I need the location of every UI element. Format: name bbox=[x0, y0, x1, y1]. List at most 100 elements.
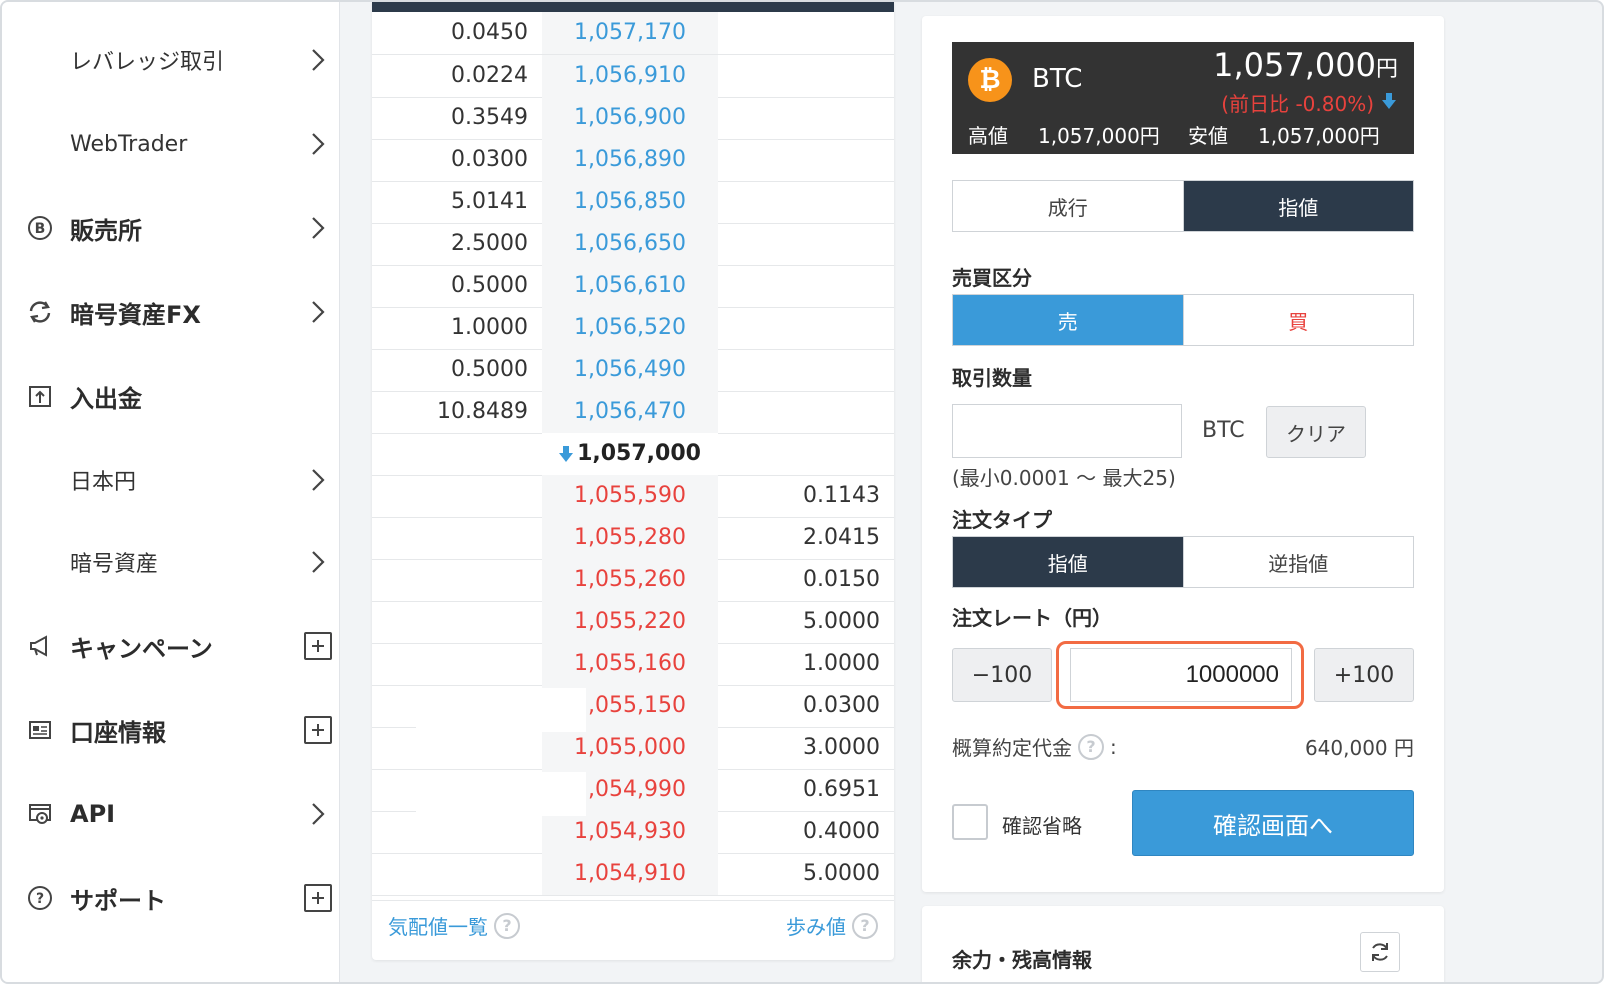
bid-row[interactable]: 1,055,260 0.0150 bbox=[372, 559, 894, 602]
ask-row[interactable]: 0.5000 1,056,490 bbox=[372, 349, 894, 392]
ask-price[interactable]: 1,056,490 bbox=[542, 349, 718, 391]
bid-price[interactable]: 1,054,930 bbox=[542, 811, 718, 853]
sidebar-item-label: 暗号資産 bbox=[70, 552, 159, 577]
tab-market-order[interactable]: 成行 bbox=[953, 181, 1183, 231]
svg-text:?: ? bbox=[36, 891, 44, 907]
chevron-right-icon bbox=[304, 130, 332, 158]
ask-price[interactable]: 1,056,520 bbox=[542, 307, 718, 349]
ask-qty: 10.8489 bbox=[437, 399, 528, 424]
ask-row[interactable]: 0.0300 1,056,890 bbox=[372, 139, 894, 182]
sidebar-item-label: レバレッジ取引 bbox=[70, 50, 225, 75]
skip-confirmation-label[interactable]: 確認省略 bbox=[1002, 810, 1082, 839]
bid-row[interactable]: 1,055,220 5.0000 bbox=[372, 601, 894, 644]
ask-row[interactable]: 5.0141 1,056,850 bbox=[372, 181, 894, 224]
ticker-symbol: BTC bbox=[1032, 64, 1083, 94]
mid-price: 1,057,000 bbox=[542, 433, 718, 475]
ask-row[interactable]: 0.0224 1,056,910 bbox=[372, 55, 894, 98]
plus-box-icon bbox=[304, 884, 332, 912]
bid-row[interactable]: 1,055,590 0.1143 bbox=[372, 475, 894, 518]
ask-row[interactable]: 0.3549 1,056,900 bbox=[372, 97, 894, 140]
type-limit-option[interactable]: 指値 bbox=[953, 537, 1183, 587]
ask-price[interactable]: 1,056,900 bbox=[542, 97, 718, 139]
plus-box-icon bbox=[304, 632, 332, 660]
bid-row[interactable]: 1,055,280 2.0415 bbox=[372, 517, 894, 560]
refresh-button[interactable] bbox=[1360, 932, 1400, 972]
sidebar-item-support[interactable]: ? サポート bbox=[2, 868, 340, 928]
ask-qty: 0.5000 bbox=[451, 273, 528, 298]
depth-list-label: 気配値一覧 bbox=[388, 915, 488, 939]
sidebar-item-campaign[interactable]: キャンペーン bbox=[2, 616, 340, 676]
sidebar-item-api[interactable]: API bbox=[2, 784, 340, 844]
bid-qty: 1.0000 bbox=[803, 651, 880, 676]
bid-price[interactable]: 1,055,000 bbox=[542, 727, 718, 769]
tab-limit-order[interactable]: 指値 bbox=[1182, 181, 1413, 231]
rate-minus-button[interactable]: −100 bbox=[952, 648, 1052, 702]
sidebar-item-account-info[interactable]: 口座情報 bbox=[2, 700, 340, 760]
bid-row[interactable]: 1,054,930 0.4000 bbox=[372, 811, 894, 854]
chevron-right-icon bbox=[304, 548, 332, 576]
rate-plus-button[interactable]: +100 bbox=[1314, 648, 1414, 702]
sidebar-item-leverage[interactable]: レバレッジ取引 bbox=[2, 30, 340, 90]
sidebar-item-label: WebTrader bbox=[70, 131, 188, 157]
ask-price[interactable]: 1,057,170 bbox=[542, 12, 718, 54]
sidebar-item-crypto-assets[interactable]: 暗号資産 bbox=[2, 532, 340, 592]
bid-qty: 0.4000 bbox=[803, 819, 880, 844]
mid-price-row: 1,057,000 bbox=[372, 433, 894, 476]
sidebar-item-jpy[interactable]: 日本円 bbox=[2, 450, 340, 510]
bid-row[interactable]: 1,054,910 5.0000 bbox=[372, 853, 894, 896]
ask-price[interactable]: 1,056,910 bbox=[542, 55, 718, 97]
ask-row[interactable]: 1.0000 1,056,520 bbox=[372, 307, 894, 350]
chevron-right-icon bbox=[304, 298, 332, 326]
sell-option[interactable]: 売 bbox=[953, 295, 1183, 345]
clear-button[interactable]: クリア bbox=[1266, 406, 1366, 458]
sidebar-item-webtrader[interactable]: WebTrader bbox=[2, 114, 340, 174]
side-section-label: 売買区分 bbox=[952, 266, 1032, 290]
help-circle-icon[interactable]: ? bbox=[494, 912, 520, 939]
bid-price[interactable]: 1,055,280 bbox=[542, 517, 718, 559]
buy-option[interactable]: 買 bbox=[1182, 295, 1413, 345]
ask-row[interactable]: 2.5000 1,056,650 bbox=[372, 223, 894, 266]
ask-row[interactable]: 10.8489 1,056,470 bbox=[372, 391, 894, 434]
ask-price[interactable]: 1,056,850 bbox=[542, 181, 718, 223]
side-toggle: 売 買 bbox=[952, 294, 1414, 346]
order-method-toggle: 成行 指値 bbox=[952, 180, 1414, 232]
bid-row[interactable]: 1,055,000 3.0000 bbox=[372, 727, 894, 770]
bid-price[interactable]: 1,055,220 bbox=[542, 601, 718, 643]
bid-price[interactable]: 1,054,910 bbox=[542, 853, 718, 895]
sidebar-item-deposit-withdraw: 入出金 bbox=[2, 366, 340, 426]
ask-row[interactable]: 0.0450 1,057,170 bbox=[372, 12, 894, 55]
sidebar-item-label: キャンペーン bbox=[70, 634, 213, 663]
order-panel: ₿ BTC 1,057,000円 (前日比 -0.80%) 高値 1,057,0… bbox=[922, 16, 1444, 892]
quantity-unit: BTC bbox=[1202, 418, 1245, 443]
bid-price[interactable]: 1,055,160 bbox=[542, 643, 718, 685]
ask-price[interactable]: 1,056,470 bbox=[542, 391, 718, 433]
skip-confirmation-checkbox[interactable] bbox=[952, 804, 988, 840]
bid-row[interactable]: 1,055,160 1.0000 bbox=[372, 643, 894, 686]
sidebar-item-crypto-fx[interactable]: 暗号資産FX bbox=[2, 282, 340, 342]
megaphone-icon bbox=[26, 632, 54, 660]
ask-price[interactable]: 1,056,610 bbox=[542, 265, 718, 307]
help-circle-icon[interactable]: ? bbox=[852, 912, 878, 939]
ask-qty: 0.0450 bbox=[451, 20, 528, 45]
occlusion-block bbox=[416, 772, 586, 816]
sidebar-item-label: 入出金 bbox=[70, 384, 142, 413]
ask-price[interactable]: 1,056,650 bbox=[542, 223, 718, 265]
ask-qty: 0.0224 bbox=[451, 63, 528, 88]
trade-history-link[interactable]: 歩み値? bbox=[786, 911, 878, 940]
quantity-input[interactable] bbox=[952, 404, 1182, 458]
type-stop-option[interactable]: 逆指値 bbox=[1182, 537, 1413, 587]
sidebar-item-exchange-shop[interactable]: B 販売所 bbox=[2, 198, 340, 258]
rate-input[interactable] bbox=[1070, 648, 1292, 702]
estimated-amount-label: 概算約定代金 ? : bbox=[952, 732, 1117, 761]
help-circle-icon[interactable]: ? bbox=[1078, 733, 1104, 760]
ask-price[interactable]: 1,056,890 bbox=[542, 139, 718, 181]
deposit-upload-icon bbox=[26, 382, 54, 410]
ask-row[interactable]: 0.5000 1,056,610 bbox=[372, 265, 894, 308]
bid-price[interactable]: 1,055,260 bbox=[542, 559, 718, 601]
order-book-header-bar bbox=[372, 2, 894, 12]
balance-title: 余力・残高情報 bbox=[952, 948, 1092, 972]
bid-qty: 0.1143 bbox=[803, 483, 880, 508]
depth-list-link[interactable]: 気配値一覧? bbox=[388, 911, 520, 940]
bid-price[interactable]: 1,055,590 bbox=[542, 475, 718, 517]
confirm-screen-button[interactable]: 確認画面へ bbox=[1132, 790, 1414, 856]
